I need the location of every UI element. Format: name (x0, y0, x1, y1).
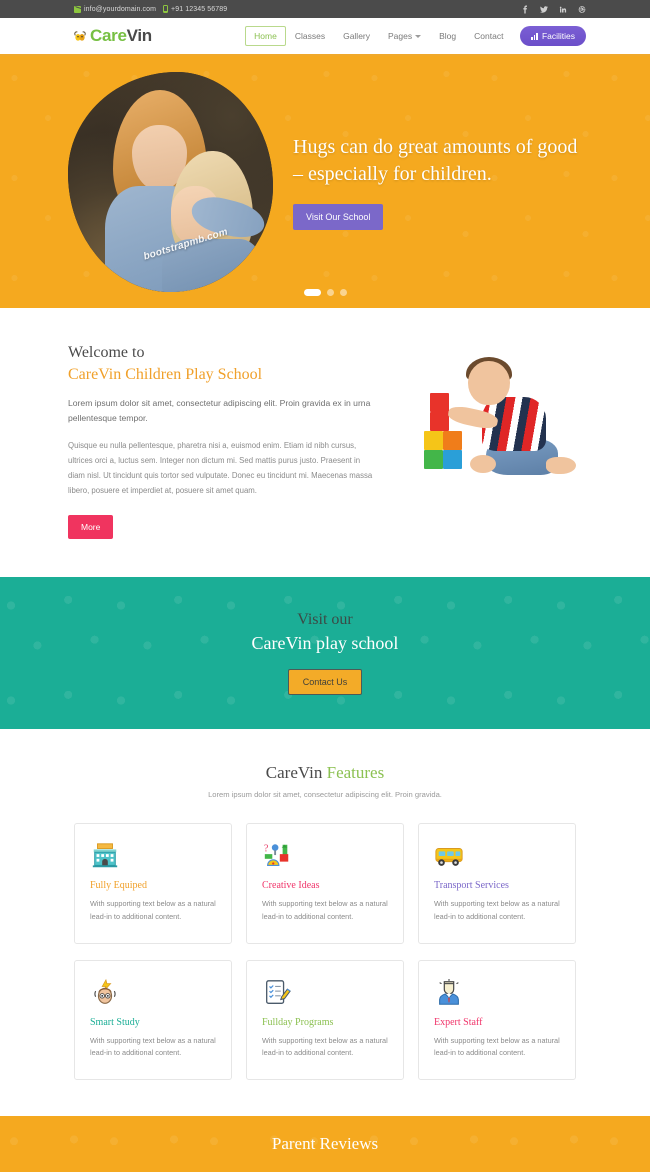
visit-our-school-button[interactable]: Visit Our School (293, 203, 384, 230)
phone-icon (163, 5, 169, 13)
hero-image-wrapper: bootstrapmb.com (68, 72, 273, 292)
feature-title: Fully Equiped (90, 880, 147, 892)
linkedin-icon[interactable] (559, 5, 567, 14)
nav-item-gallery[interactable]: Gallery (334, 26, 379, 46)
visit-cta-section: Visit our CareVin play school Contact Us (0, 576, 650, 730)
top-bar-contact: info@yourdomain.com +91 12345 56789 (74, 5, 227, 13)
feature-desc: With supporting text below as a natural … (90, 899, 216, 921)
email-text: info@yourdomain.com (84, 5, 157, 13)
welcome-section: Welcome to CareVin Children Play School … (0, 308, 650, 577)
feature-card-fullday-programs[interactable]: Fullday Programs With supporting text be… (246, 959, 404, 1081)
creative-tools-icon: ? (262, 841, 388, 871)
facilities-button[interactable]: Facilities (520, 26, 586, 46)
features-title-accent: Features (326, 763, 385, 783)
feature-desc: With supporting text below as a natural … (434, 1035, 560, 1058)
school-building-icon (90, 841, 216, 871)
boy-with-blocks-photo (424, 357, 604, 482)
feature-desc: With supporting text below as a natural … (262, 899, 388, 921)
welcome-lead-text: Lorem ipsum dolor sit amet, consectetur … (68, 398, 371, 424)
feature-card-expert-staff[interactable]: Expert Staff With supporting text below … (418, 959, 576, 1081)
site-header: CareVin Home Classes Gallery Pages Blog … (0, 18, 650, 56)
feature-title: Transport Services (434, 880, 509, 892)
features-title: CareVin Features (0, 763, 650, 783)
hero-photo: bootstrapmb.com (68, 72, 273, 292)
logo-text-care: Care (90, 26, 127, 45)
nav-label: Classes (294, 31, 326, 41)
logo-text-vin: Vin (126, 26, 153, 45)
nav-label: Pages (388, 31, 413, 41)
carousel-dot-1[interactable] (303, 289, 321, 296)
page-root: info@yourdomain.com +91 12345 56789 Care… (0, 0, 650, 1172)
feature-desc: With supporting text below as a natural … (262, 1035, 388, 1058)
carousel-dot-3[interactable] (339, 289, 347, 296)
welcome-image-column (378, 342, 650, 482)
feature-title: Fullday Programs (262, 1016, 334, 1028)
phone-text: +91 12345 56789 (171, 5, 228, 13)
nav-label: Contact (474, 31, 504, 41)
features-title-dark: CareVin (265, 763, 327, 783)
nav-label: Gallery (343, 31, 371, 41)
nav-item-blog[interactable]: Blog (430, 26, 465, 46)
phone-contact[interactable]: +91 12345 56789 (163, 5, 227, 13)
main-navigation: Home Classes Gallery Pages Blog Contact … (245, 26, 586, 46)
twitter-icon[interactable] (540, 5, 548, 14)
site-logo[interactable]: CareVin (72, 26, 152, 46)
staff-person-icon (434, 978, 560, 1008)
nav-label: Home (254, 31, 277, 41)
welcome-heading-line1: Welcome to (68, 344, 145, 361)
welcome-heading-line2: CareVin Children Play School (68, 365, 263, 383)
features-subtitle: Lorem ipsum dolor sit amet, consectetur … (208, 790, 442, 800)
facilities-label: Facilities (541, 31, 575, 41)
hero-content: Hugs can do great amounts of good – espe… (293, 134, 603, 230)
feature-card-transport-services[interactable]: Transport Services With supporting text … (418, 823, 576, 944)
more-button[interactable]: More (68, 514, 114, 539)
features-section: CareVin Features Lorem ipsum dolor sit a… (0, 729, 650, 1117)
carousel-dot-2[interactable] (326, 289, 334, 296)
school-bus-icon (434, 841, 560, 871)
nav-item-contact[interactable]: Contact (465, 26, 512, 46)
checklist-icon (262, 978, 388, 1008)
contact-us-button[interactable]: Contact Us (287, 669, 363, 696)
hero-title: Hugs can do great amounts of good – espe… (293, 136, 578, 185)
top-bar: info@yourdomain.com +91 12345 56789 (0, 0, 650, 18)
feature-card-fully-equiped[interactable]: Fully Equiped With supporting text below… (74, 823, 232, 944)
facebook-icon[interactable] (521, 5, 529, 14)
feature-title: Creative Ideas (262, 880, 320, 892)
cta-line-2: CareVin play school (251, 632, 399, 653)
chevron-down-icon (415, 34, 422, 38)
features-grid: Fully Equiped With supporting text below… (0, 823, 650, 1081)
dribbble-icon[interactable] (578, 5, 586, 14)
feature-card-creative-ideas[interactable]: ? Creative Ideas With supporting text be… (246, 823, 404, 944)
nav-item-pages[interactable]: Pages (379, 26, 430, 46)
welcome-body-text: Quisque eu nulla pellentesque, pharetra … (68, 441, 373, 495)
nav-item-classes[interactable]: Classes (286, 26, 334, 46)
feature-desc: With supporting text below as a natural … (434, 899, 560, 921)
feature-desc: With supporting text below as a natural … (90, 1035, 216, 1058)
bee-logo-icon (74, 31, 86, 41)
mail-icon (74, 5, 81, 13)
chart-bars-icon (531, 32, 538, 40)
feature-title: Smart Study (90, 1016, 140, 1028)
smart-kid-icon (90, 978, 216, 1008)
feature-title: Expert Staff (434, 1016, 483, 1028)
nav-item-home[interactable]: Home (245, 26, 286, 46)
nav-label: Blog (439, 31, 457, 41)
cta-line-1: Visit our (297, 610, 353, 628)
parent-reviews-section: Parent Reviews (0, 1116, 650, 1172)
email-contact[interactable]: info@yourdomain.com (74, 5, 157, 13)
parent-reviews-title: Parent Reviews (271, 1134, 379, 1154)
hugging-girls-photo (68, 72, 273, 292)
social-links (521, 5, 586, 14)
feature-card-smart-study[interactable]: Smart Study With supporting text below a… (74, 959, 232, 1081)
carousel-indicators (0, 289, 650, 296)
hero-carousel: bootstrapmb.com Hugs can do great amount… (0, 56, 650, 308)
svg-text:?: ? (264, 844, 269, 855)
welcome-text-column: Welcome to CareVin Children Play School … (68, 342, 378, 539)
